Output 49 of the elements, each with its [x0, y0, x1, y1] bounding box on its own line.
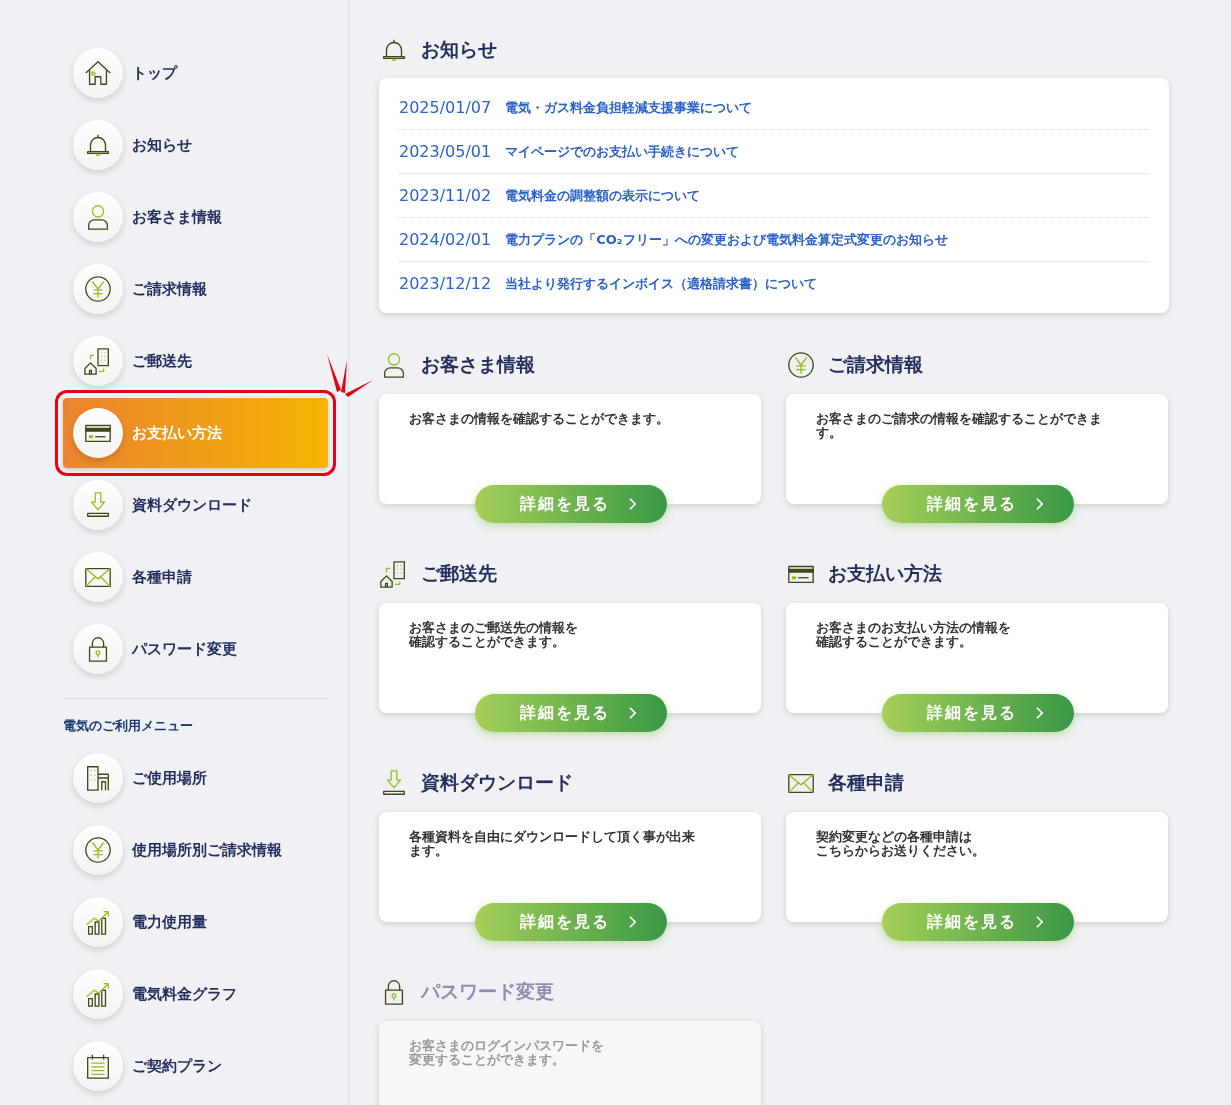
- description-line: ます。: [409, 844, 448, 859]
- description-line: お客さまのご請求の情報を確認することができま: [816, 412, 1102, 427]
- section-heading: 資料ダウンロード: [421, 770, 573, 795]
- description-line: 確認することができます。: [409, 635, 565, 650]
- chevron-icon: [1034, 915, 1044, 929]
- sidebar-item[interactable]: お知らせ: [63, 110, 328, 180]
- description-line: お客さまのお支払い方法の情報を: [816, 621, 1011, 636]
- description-line: 契約変更などの各種申請は: [816, 830, 972, 844]
- chevron-icon: [627, 497, 637, 511]
- sidebar-item[interactable]: パスワード変更: [63, 614, 328, 684]
- notice-link[interactable]: 2025/01/07 電気・ガス料金負担軽減支援事業について: [399, 86, 1149, 130]
- section-heading: ご請求情報: [828, 352, 923, 377]
- notice-link[interactable]: 2023/12/12 当社より発行するインボイス（適格請求書）について: [399, 262, 1149, 305]
- house-icon: [83, 58, 113, 88]
- description-line: 変更することができます。: [409, 1053, 565, 1068]
- section-heading: パスワード変更: [421, 979, 554, 1004]
- sidebar-item[interactable]: トップ: [63, 38, 328, 108]
- section-heading: お客さま情報: [421, 352, 535, 377]
- section-title: 電気のご利用メニュー: [63, 717, 194, 735]
- yen-coin-icon: [83, 835, 113, 865]
- description-line: お客さまのご郵送先の情報を: [409, 621, 578, 636]
- sidebar-item[interactable]: 電力使用量: [63, 887, 328, 957]
- sidebar-item[interactable]: 使用場所別ご請求情報: [63, 815, 328, 885]
- section-heading: ご郵送先: [421, 561, 497, 586]
- sidebar-item[interactable]: ご契約プラン: [63, 1031, 328, 1101]
- section-heading: お知らせ: [421, 37, 497, 62]
- sidebar-item[interactable]: 各種申請: [63, 542, 328, 612]
- description-line: こちらからお送りください。: [816, 844, 985, 859]
- sidebar-item[interactable]: ご使用場所: [63, 743, 328, 813]
- chevron-icon: [1034, 497, 1044, 511]
- notice-link[interactable]: 2024/02/01 電力プランの「CO₂フリー」への変更および電気料金算定式変更のお知らせ: [399, 218, 1149, 262]
- notice-link[interactable]: 2023/05/01 マイページでのお支払い手続きについて: [399, 130, 1149, 174]
- description-line: 確認することができます。: [816, 635, 972, 650]
- sidebar-item[interactable]: お客さま情報: [63, 182, 328, 252]
- section-heading: 各種申請: [828, 770, 904, 795]
- chevron-icon: [627, 915, 637, 929]
- description-line: お客さまの情報を確認することができます。: [409, 412, 669, 427]
- chevron-icon: [1034, 706, 1044, 720]
- yen-coin-icon: [786, 350, 816, 380]
- sidebar-item[interactable]: ご郵送先: [63, 326, 328, 396]
- sidebar-item[interactable]: 資料ダウンロード: [63, 470, 328, 540]
- yen-coin-icon: [83, 274, 113, 304]
- section-heading: お支払い方法: [828, 561, 942, 586]
- description-line: 各種資料を自由にダウンロードして頂く事が出来: [409, 830, 695, 845]
- sidebar-item[interactable]: ご請求情報: [63, 254, 328, 324]
- description-line: す。: [816, 426, 842, 441]
- sidebar-item[interactable]: 電気料金グラフ: [63, 959, 328, 1029]
- notice-link[interactable]: 2023/11/02 電気料金の調整額の表示について: [399, 174, 1149, 218]
- chevron-icon: [627, 706, 637, 720]
